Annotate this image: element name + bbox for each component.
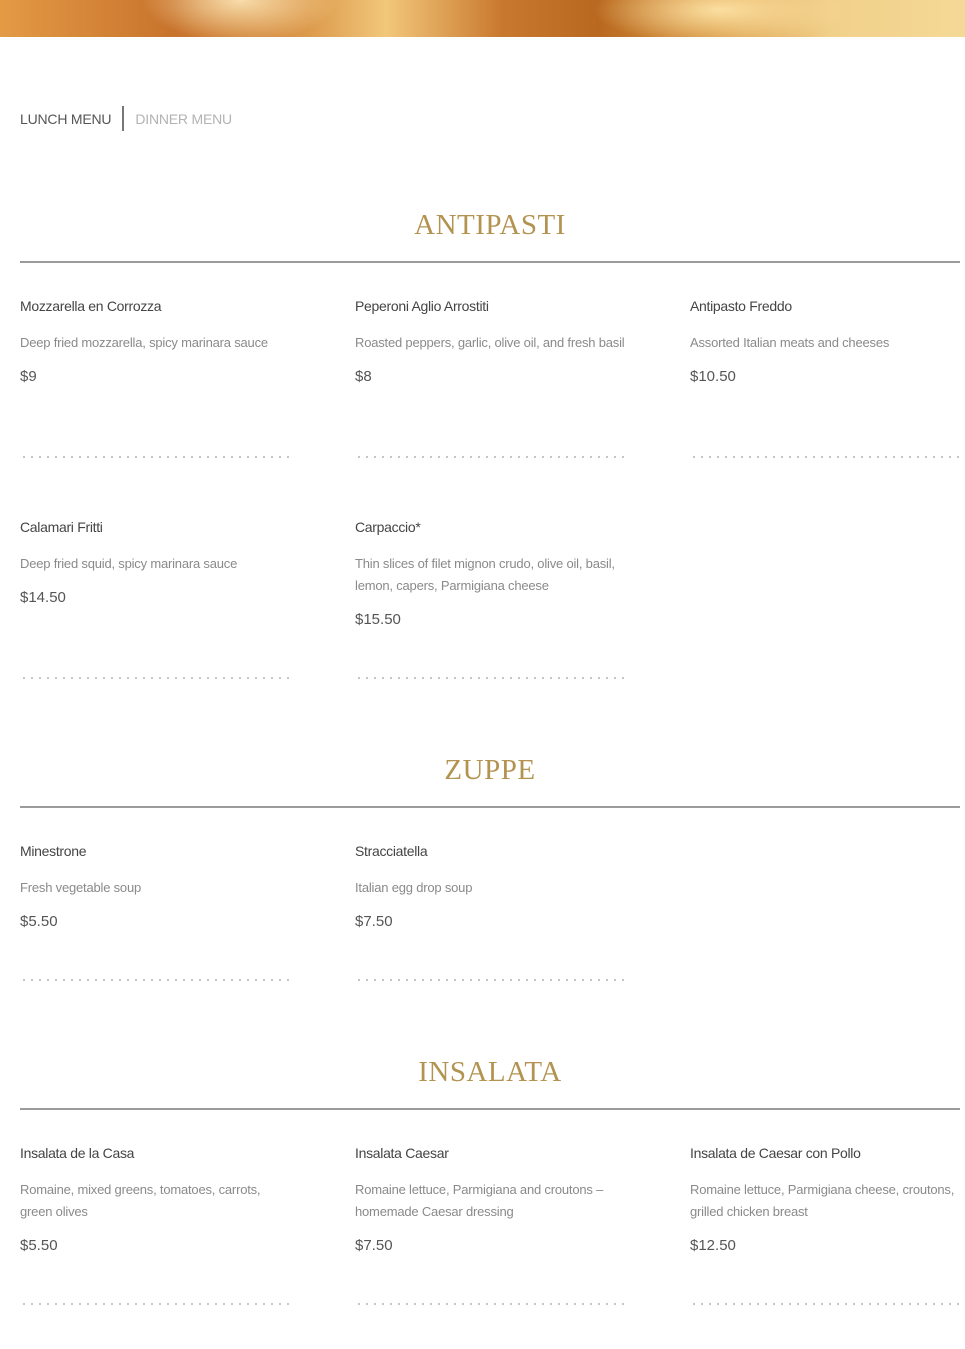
item-description: Romaine, mixed greens, tomatoes, carrots… <box>20 1182 261 1219</box>
tab-lunch-menu[interactable]: LUNCH MENU <box>20 111 112 127</box>
item-name: Insalata de la Casa <box>20 1145 135 1161</box>
item-name: Peperoni Aglio Arrostiti <box>355 298 489 314</box>
item-name: Antipasto Freddo <box>690 298 792 314</box>
dotted-separator <box>20 456 292 458</box>
item-price: $5.50 <box>20 1237 58 1254</box>
item-description: Fresh vegetable soup <box>20 880 142 895</box>
item-description: Thin slices of filet mignon crudo, olive… <box>355 556 615 593</box>
hero-banner-image <box>0 0 965 37</box>
item-description: Deep fried squid, spicy marinara sauce <box>20 556 238 571</box>
item-description: Italian egg drop soup <box>355 880 473 895</box>
menu-item: Peperoni Aglio Arrostiti Roasted peppers… <box>355 297 627 387</box>
item-price: $5.50 <box>20 913 58 930</box>
section-divider <box>20 261 960 263</box>
menu-tabs: LUNCH MENU DINNER MENU <box>20 106 232 131</box>
item-price: $7.50 <box>355 913 393 930</box>
section-title-insalata: INSALATA <box>418 1056 562 1088</box>
tab-dinner-menu[interactable]: DINNER MENU <box>135 111 232 127</box>
item-price: $8 <box>355 368 372 385</box>
menu-item: Mozzarella en Corrozza Deep fried mozzar… <box>20 297 292 387</box>
dotted-separator <box>355 979 627 981</box>
menu-item: Insalata Caesar Romaine lettuce, Parmigi… <box>355 1144 627 1256</box>
dotted-separator <box>690 456 962 458</box>
item-description: Deep fried mozzarella, spicy marinara sa… <box>20 335 268 350</box>
item-description: Roasted peppers, garlic, olive oil, and … <box>355 335 625 350</box>
item-price: $12.50 <box>690 1237 736 1254</box>
dotted-separator <box>20 1303 292 1305</box>
menu-item: Calamari Fritti Deep fried squid, spicy … <box>20 518 292 608</box>
menu-item: Antipasto Freddo Assorted Italian meats … <box>690 297 962 387</box>
menu-item: Carpaccio* Thin slices of filet mignon c… <box>355 518 627 630</box>
item-name: Insalata de Caesar con Pollo <box>690 1145 861 1161</box>
item-price: $14.50 <box>20 589 66 606</box>
item-description: Romaine lettuce, Parmigiana cheese, crou… <box>690 1182 955 1219</box>
item-name: Insalata Caesar <box>355 1145 449 1161</box>
section-divider <box>20 1108 960 1110</box>
tab-divider <box>122 106 125 131</box>
item-price: $7.50 <box>355 1237 393 1254</box>
section-title-zuppe: ZUPPE <box>444 754 536 786</box>
dotted-separator <box>690 1303 962 1305</box>
item-price: $9 <box>20 368 37 385</box>
item-name: Mozzarella en Corrozza <box>20 298 162 314</box>
section-title-antipasti: ANTIPASTI <box>414 209 566 241</box>
section-divider <box>20 806 960 808</box>
dotted-separator <box>20 979 292 981</box>
menu-item: Stracciatella Italian egg drop soup $7.5… <box>355 842 627 932</box>
item-description: Assorted Italian meats and cheeses <box>690 335 890 350</box>
item-name: Calamari Fritti <box>20 519 103 535</box>
menu-item: Insalata de Caesar con Pollo Romaine let… <box>690 1144 962 1256</box>
item-description: Romaine lettuce, Parmigiana and croutons… <box>355 1182 604 1219</box>
dotted-separator <box>355 1303 627 1305</box>
item-price: $10.50 <box>690 368 736 385</box>
item-name: Minestrone <box>20 843 87 859</box>
dotted-separator <box>20 677 292 679</box>
menu-item: Insalata de la Casa Romaine, mixed green… <box>20 1144 292 1256</box>
item-price: $15.50 <box>355 611 401 628</box>
dotted-separator <box>355 677 627 679</box>
item-name: Stracciatella <box>355 843 428 859</box>
dotted-separator <box>355 456 627 458</box>
item-name: Carpaccio* <box>355 519 421 535</box>
menu-item: Minestrone Fresh vegetable soup $5.50 <box>20 842 292 932</box>
